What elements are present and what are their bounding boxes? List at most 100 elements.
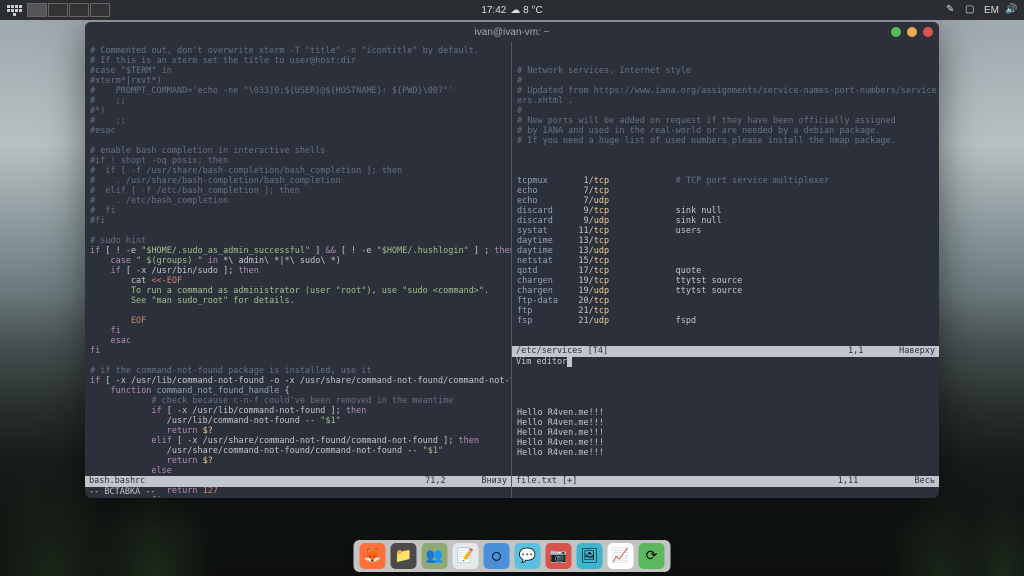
clock[interactable]: 17:42 bbox=[481, 5, 506, 16]
service-row: fsp 21/udp fspd bbox=[517, 316, 934, 326]
code-line: cat <<-EOF bbox=[90, 276, 506, 286]
code-line: # if the command-not-found package is in… bbox=[90, 366, 506, 376]
vim-editor-text: Vim editor bbox=[512, 357, 939, 368]
code-line: #xterm*|rxvt*) bbox=[90, 76, 506, 86]
code-line: # check because c-n-f could've been remo… bbox=[90, 396, 506, 406]
code-line bbox=[90, 356, 506, 366]
dock-chat-icon[interactable]: 💬 bbox=[515, 543, 541, 569]
code-line: # if [ -f /usr/share/bash-completion/bas… bbox=[90, 166, 506, 176]
status-file: file.txt [+] bbox=[516, 476, 577, 487]
text-line: Hello R4ven.me!!! bbox=[517, 448, 934, 458]
pencil-icon[interactable]: ✎ bbox=[946, 4, 959, 17]
code-line: return $? bbox=[90, 426, 506, 436]
service-row: chargen 19/udp ttytst source bbox=[517, 286, 934, 296]
vim-mode: -- ВСТАВКА -- bbox=[85, 487, 511, 498]
code-line bbox=[90, 306, 506, 316]
code-line: function command_not_found_handle { bbox=[90, 386, 506, 396]
code-line: # Commented out, don't overwrite xterm -… bbox=[90, 46, 506, 56]
weather[interactable]: ☁ 8 °C bbox=[510, 5, 542, 16]
code-line: To run a command as administrator (user … bbox=[90, 286, 506, 296]
code-line: # If you need a huge list of used number… bbox=[517, 136, 934, 146]
service-row: discard 9/tcp sink null bbox=[517, 206, 934, 216]
code-line: # . /etc/bash_completion bbox=[90, 196, 506, 206]
titlebar[interactable]: ivan@ivan-vm: ~ bbox=[85, 22, 939, 42]
code-line: # If this is an xterm set the title to u… bbox=[90, 56, 506, 66]
status-file: /etc/services [T4] bbox=[516, 346, 608, 357]
statusline-right-top: /etc/services [T4] 1,1 Наверху bbox=[512, 346, 939, 357]
code-line: See "man sudo_root" for details. bbox=[90, 296, 506, 306]
workspace-1[interactable] bbox=[27, 3, 47, 17]
code-line: esac bbox=[90, 336, 506, 346]
code-line: if [ ! -e "$HOME/.sudo_as_admin_successf… bbox=[90, 246, 506, 256]
code-line: #if ! shopt -oq posix; then bbox=[90, 156, 506, 166]
code-line: if [ -x /usr/lib/command-not-found -o -x… bbox=[90, 376, 506, 386]
minimize-button[interactable] bbox=[891, 27, 901, 37]
vim-pane-left[interactable]: # Commented out, don't overwrite xterm -… bbox=[85, 42, 512, 498]
service-row: qotd 17/tcp quote bbox=[517, 266, 934, 276]
code-line: # bbox=[517, 76, 934, 86]
volume-icon[interactable]: 🔊 bbox=[1005, 4, 1018, 17]
dock-camera-icon[interactable]: 📷 bbox=[546, 543, 572, 569]
terminal-window: ivan@ivan-vm: ~ # Commented out, don't o… bbox=[85, 22, 939, 498]
workspace-3[interactable] bbox=[69, 3, 89, 17]
service-row: systat 11/tcp users bbox=[517, 226, 934, 236]
workspace-4[interactable] bbox=[90, 3, 110, 17]
keyboard-layout[interactable]: EM bbox=[984, 5, 999, 16]
service-row: tcpmux 1/tcp # TCP port service multiple… bbox=[517, 176, 934, 186]
vim-pane-right-top[interactable]: # Network services, Internet style## Upd… bbox=[512, 42, 939, 346]
code-line: case " $(groups) " in *\ admin\ *|*\ sud… bbox=[90, 256, 506, 266]
code-line: # New ports will be added on request if … bbox=[517, 116, 934, 126]
code-line: #*) bbox=[90, 106, 506, 116]
code-line bbox=[90, 136, 506, 146]
dock: 🦊📁👥📝◯💬📷🖼📈⟳ bbox=[354, 540, 671, 572]
dock-users-icon[interactable]: 👥 bbox=[422, 543, 448, 569]
applications-icon[interactable] bbox=[6, 2, 22, 18]
dock-files-icon[interactable]: 📁 bbox=[391, 543, 417, 569]
dock-firefox-icon[interactable]: 🦊 bbox=[360, 543, 386, 569]
text-line: Hello R4ven.me!!! bbox=[517, 408, 934, 418]
service-row: netstat 15/tcp bbox=[517, 256, 934, 266]
dock-monitor-icon[interactable]: 📈 bbox=[608, 543, 634, 569]
code-line: elif [ -x /usr/share/command-not-found/c… bbox=[90, 436, 506, 446]
code-line: # ;; bbox=[90, 96, 506, 106]
top-panel: 17:42 ☁ 8 °C ✎ ▢ EM 🔊 bbox=[0, 0, 1024, 20]
code-line: # Updated from https://www.iana.org/assi… bbox=[517, 86, 934, 96]
close-button[interactable] bbox=[923, 27, 933, 37]
code-line: # elif [ -f /etc/bash_completion ]; then bbox=[90, 186, 506, 196]
code-line: # ;; bbox=[90, 116, 506, 126]
code-line: # . /usr/share/bash-completion/bash_comp… bbox=[90, 176, 506, 186]
text-line: Hello R4ven.me!!! bbox=[517, 418, 934, 428]
code-line: #fi bbox=[90, 216, 506, 226]
status-file: bash.bashrc bbox=[89, 476, 145, 487]
text-line: Hello R4ven.me!!! bbox=[517, 428, 934, 438]
code-line: ers.xhtml . bbox=[517, 96, 934, 106]
text-line: Hello R4ven.me!!! bbox=[517, 438, 934, 448]
statusline-right-bottom: file.txt [+] 1,11 Весь bbox=[512, 476, 939, 487]
service-row: daytime 13/tcp bbox=[517, 236, 934, 246]
service-row: ftp 21/tcp bbox=[517, 306, 934, 316]
code-line: # Network services, Internet style bbox=[517, 66, 934, 76]
code-line bbox=[517, 146, 934, 156]
service-row: ftp-data 20/tcp bbox=[517, 296, 934, 306]
square-icon[interactable]: ▢ bbox=[965, 4, 978, 17]
code-line: #esac bbox=[90, 126, 506, 136]
dock-chromium-icon[interactable]: ◯ bbox=[484, 543, 510, 569]
service-row: echo 7/tcp bbox=[517, 186, 934, 196]
dock-updates-icon[interactable]: ⟳ bbox=[639, 543, 665, 569]
dock-text-editor-icon[interactable]: 📝 bbox=[453, 543, 479, 569]
code-line: # sudo hint bbox=[90, 236, 506, 246]
code-line: fi bbox=[90, 346, 506, 356]
dock-pictures-icon[interactable]: 🖼 bbox=[577, 543, 603, 569]
code-line: # fi bbox=[90, 206, 506, 216]
vim-pane-right-bottom[interactable]: Hello R4ven.me!!!Hello R4ven.me!!!Hello … bbox=[512, 368, 939, 476]
code-line: if [ -x /usr/bin/sudo ]; then bbox=[90, 266, 506, 276]
maximize-button[interactable] bbox=[907, 27, 917, 37]
code-line: #case "$TERM" in bbox=[90, 66, 506, 76]
code-line: # bbox=[517, 106, 934, 116]
statusline-left: bash.bashrc 71,2 Внизу bbox=[85, 476, 511, 487]
workspace-2[interactable] bbox=[48, 3, 68, 17]
service-row: chargen 19/tcp ttytst source bbox=[517, 276, 934, 286]
code-line: /usr/lib/command-not-found -- "$1" bbox=[90, 416, 506, 426]
code-line: /usr/share/command-not-found/command-not… bbox=[90, 446, 506, 456]
window-title: ivan@ivan-vm: ~ bbox=[475, 27, 550, 38]
